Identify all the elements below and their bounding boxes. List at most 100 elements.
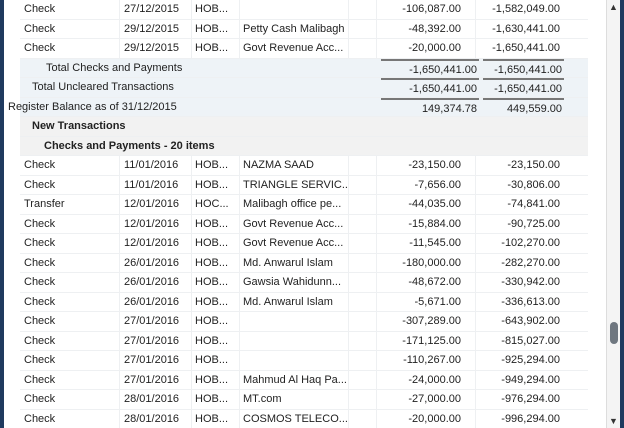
table-row[interactable]: Check 12/01/2016 HOB... Govt Revenue Acc...… bbox=[20, 214, 588, 234]
name-cell bbox=[240, 351, 349, 370]
account-cell: HOB... bbox=[192, 292, 240, 311]
account-cell: HOB... bbox=[192, 0, 240, 19]
memo-cell bbox=[349, 331, 377, 350]
amount-cell: -106,087.00 bbox=[377, 0, 476, 19]
table-row[interactable]: Check 26/01/2016 HOB... Gawsia Wahidunn... -… bbox=[20, 273, 588, 293]
table-row[interactable]: Check 26/01/2016 HOB... Md. Anwarul Islam -1… bbox=[20, 253, 588, 273]
date-cell: 29/12/2015 bbox=[120, 19, 192, 38]
amount-cell: -11,545.00 bbox=[377, 234, 476, 253]
type-cell: Check bbox=[20, 253, 120, 272]
report-rows: Check 27/12/2015 HOB... -106,087.00 -1,582,0… bbox=[8, 0, 588, 428]
balance-cell: -815,027.00 bbox=[501, 334, 560, 347]
name-cell: Govt Revenue Acc... bbox=[240, 39, 349, 58]
table-row[interactable]: Check 29/12/2015 HOB... Petty Cash Malibagh… bbox=[20, 19, 588, 39]
register-report: Check 27/12/2015 HOB... -106,087.00 -1,582,0… bbox=[4, 0, 620, 428]
table-row[interactable]: Transfer 12/01/2016 HOC... Malibagh office … bbox=[20, 195, 588, 215]
account-cell: HOB... bbox=[192, 312, 240, 331]
table-row[interactable]: Check 27/01/2016 HOB... Mahmud Al Haq Pa...… bbox=[20, 370, 588, 390]
name-cell: Govt Revenue Acc... bbox=[240, 234, 349, 253]
type-cell: Check bbox=[20, 39, 120, 58]
table-row[interactable]: Check 27/01/2016 HOB... -110,267.00 -925,294… bbox=[20, 351, 588, 371]
account-cell: HOC... bbox=[192, 195, 240, 214]
scrollbar-thumb[interactable] bbox=[610, 322, 618, 344]
table-row[interactable]: Check 26/01/2016 HOB... Md. Anwarul Islam -5… bbox=[20, 292, 588, 312]
summary-label: Total Uncleared Transactions bbox=[32, 81, 174, 94]
table-row[interactable]: Check 27/01/2016 HOB... -307,289.00 -643,902… bbox=[20, 312, 588, 332]
table-row[interactable]: Check 27/01/2016 HOB... -171,125.00 -815,027… bbox=[20, 331, 588, 351]
account-cell: HOB... bbox=[192, 156, 240, 175]
group-label: Checks and Payments - 20 items bbox=[44, 139, 215, 152]
memo-cell bbox=[349, 0, 377, 19]
type-cell: Check bbox=[20, 175, 120, 194]
date-cell: 26/01/2016 bbox=[120, 292, 192, 311]
balance-cell: -1,650,441.00 bbox=[492, 42, 560, 55]
amount-cell: -20,000.00 bbox=[377, 409, 476, 428]
name-cell bbox=[240, 312, 349, 331]
type-cell: Check bbox=[20, 292, 120, 311]
group-header-new-transactions[interactable]: New Transactions bbox=[20, 117, 588, 137]
name-cell: TRIANGLE SERVIC... bbox=[240, 175, 349, 194]
account-cell: HOB... bbox=[192, 234, 240, 253]
name-cell: Md. Anwarul Islam bbox=[240, 292, 349, 311]
memo-cell bbox=[349, 175, 377, 194]
account-cell: HOB... bbox=[192, 19, 240, 38]
balance-cell: -102,270.00 bbox=[501, 237, 560, 250]
account-cell: HOB... bbox=[192, 370, 240, 389]
balance-cell: -925,294.00 bbox=[501, 354, 560, 367]
table-row[interactable]: Check 12/01/2016 HOB... Govt Revenue Acc...… bbox=[20, 234, 588, 254]
memo-cell bbox=[349, 253, 377, 272]
table-row[interactable]: Check 11/01/2016 HOB... NAZMA SAAD -23,150.0… bbox=[20, 156, 588, 176]
balance-cell: -74,841.00 bbox=[507, 198, 560, 211]
table-row[interactable]: Check 11/01/2016 HOB... TRIANGLE SERVIC... -… bbox=[20, 175, 588, 195]
table-row[interactable]: Check 27/12/2015 HOB... -106,087.00 -1,582,0… bbox=[20, 0, 588, 20]
amount-cell: -5,671.00 bbox=[377, 292, 476, 311]
balance-cell: -282,270.00 bbox=[501, 256, 560, 269]
memo-cell bbox=[349, 156, 377, 175]
memo-cell bbox=[349, 292, 377, 311]
type-cell: Check bbox=[20, 331, 120, 350]
amount-cell: -171,125.00 bbox=[377, 331, 476, 350]
amount-cell: -15,884.00 bbox=[377, 214, 476, 233]
type-cell: Check bbox=[20, 409, 120, 428]
name-cell: NAZMA SAAD bbox=[240, 156, 349, 175]
summary-amount: 149,374.78 bbox=[381, 97, 479, 119]
balance-cell: -336,613.00 bbox=[501, 295, 560, 308]
name-cell bbox=[240, 0, 349, 19]
scroll-down-arrow-icon[interactable]: ▼ bbox=[609, 416, 618, 426]
account-cell: HOB... bbox=[192, 390, 240, 409]
date-cell: 27/01/2016 bbox=[120, 351, 192, 370]
table-row[interactable]: Check 28/01/2016 HOB... COSMOS TELECO... -20… bbox=[20, 409, 588, 428]
date-cell: 28/01/2016 bbox=[120, 409, 192, 428]
amount-cell: -307,289.00 bbox=[377, 312, 476, 331]
memo-cell bbox=[349, 39, 377, 58]
balance-cell: -330,942.00 bbox=[501, 276, 560, 289]
amount-cell: -27,000.00 bbox=[377, 390, 476, 409]
name-cell: Mahmud Al Haq Pa... bbox=[240, 370, 349, 389]
scroll-up-arrow-icon[interactable]: ▲ bbox=[609, 2, 618, 12]
name-cell: Malibagh office pe... bbox=[240, 195, 349, 214]
type-cell: Transfer bbox=[20, 195, 120, 214]
summary-balance: -1,650,441.00 bbox=[483, 58, 564, 80]
table-row[interactable]: Check 29/12/2015 HOB... Govt Revenue Acc...… bbox=[20, 39, 588, 59]
memo-cell bbox=[349, 214, 377, 233]
table-row[interactable]: Check 28/01/2016 HOB... MT.com -27,000.00 -97… bbox=[20, 390, 588, 410]
name-cell: Govt Revenue Acc... bbox=[240, 214, 349, 233]
group-header-checks-payments[interactable]: Checks and Payments - 20 items bbox=[20, 136, 588, 156]
amount-cell: -48,392.00 bbox=[377, 19, 476, 38]
amount-cell: -110,267.00 bbox=[377, 351, 476, 370]
balance-cell: -949,294.00 bbox=[501, 373, 560, 386]
memo-cell bbox=[349, 234, 377, 253]
memo-cell bbox=[349, 409, 377, 428]
vertical-scrollbar[interactable]: ▲ ▼ bbox=[606, 0, 620, 428]
name-cell: Md. Anwarul Islam bbox=[240, 253, 349, 272]
amount-cell: -20,000.00 bbox=[377, 39, 476, 58]
amount-cell: -180,000.00 bbox=[377, 253, 476, 272]
date-cell: 12/01/2016 bbox=[120, 234, 192, 253]
summary-label: Total Checks and Payments bbox=[46, 61, 183, 74]
balance-cell: -643,902.00 bbox=[501, 315, 560, 328]
memo-cell bbox=[349, 195, 377, 214]
date-cell: 29/12/2015 bbox=[120, 39, 192, 58]
amount-cell: -7,656.00 bbox=[377, 175, 476, 194]
summary-balance: -1,650,441.00 bbox=[483, 78, 564, 99]
date-cell: 28/01/2016 bbox=[120, 390, 192, 409]
